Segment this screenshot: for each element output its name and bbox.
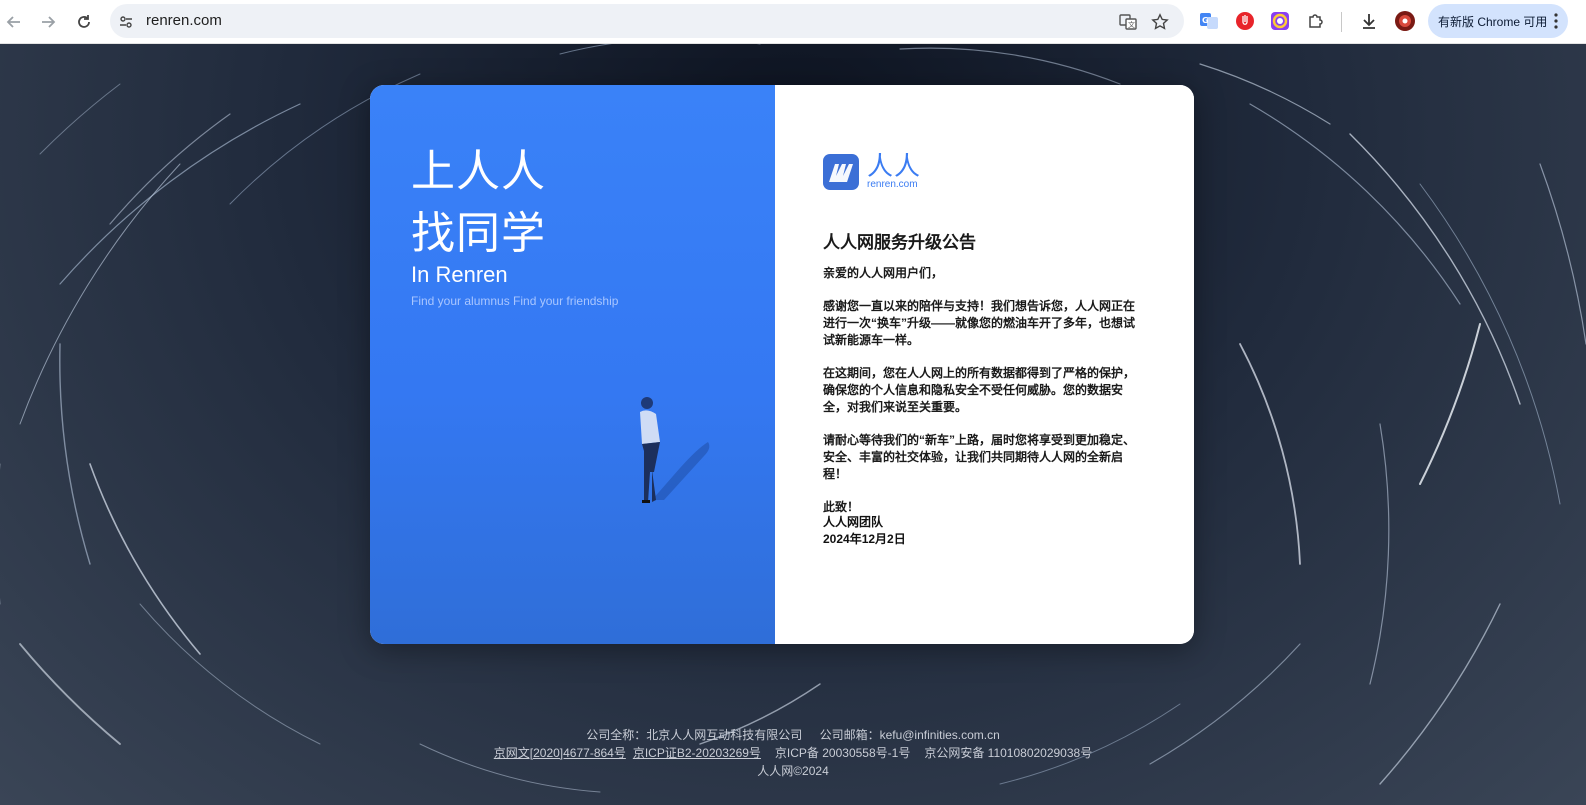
google-translate-ext-icon[interactable]: G xyxy=(1198,10,1220,32)
reload-icon[interactable] xyxy=(70,8,98,36)
hero-line-2: 找同学 xyxy=(411,209,546,258)
bookmark-star-icon[interactable] xyxy=(1150,12,1170,32)
download-icon[interactable] xyxy=(1358,10,1380,32)
chrome-update-button[interactable]: 有新版 Chrome 可用 xyxy=(1428,4,1568,38)
profile-avatar-icon[interactable] xyxy=(1394,10,1416,32)
notice-date: 2024年12月2日 xyxy=(823,532,906,546)
notice-paragraph-3: 请耐心等待我们的“新车”上路，届时您将享受到更加稳定、安全、丰富的社交体验，让我… xyxy=(823,433,1136,481)
svg-text:文: 文 xyxy=(1128,20,1135,29)
browser-toolbar: renren.com 文 G 有新版 Chrome 可用 xyxy=(0,0,1586,44)
address-bar[interactable]: renren.com 文 xyxy=(110,4,1184,38)
url-text[interactable]: renren.com xyxy=(146,12,222,29)
hero-panel: 上人人 找同学 In Renren Find your alumnus Find… xyxy=(370,85,775,644)
notice-signature: 人人网团队 2024年12月2日 xyxy=(823,514,906,548)
forward-icon[interactable] xyxy=(34,8,62,36)
site-info-icon[interactable] xyxy=(116,12,136,32)
extensions-puzzle-icon[interactable] xyxy=(1305,10,1327,32)
adblock-ext-icon[interactable] xyxy=(1234,10,1256,32)
footer-copyright: 人人网©2024 xyxy=(757,764,829,778)
renren-logo-icon xyxy=(823,153,859,190)
hero-line-1: 上人人 xyxy=(411,147,546,196)
footer-company: 公司全称：北京人人网互动科技有限公司 xyxy=(586,728,803,742)
footer-license-link-2[interactable]: 京ICP证B2-20203269号 xyxy=(633,746,761,760)
footer-police: 京公网安备 11010802029038号 xyxy=(924,746,1093,760)
color-picker-ext-icon[interactable] xyxy=(1269,10,1291,32)
chrome-update-label: 有新版 Chrome 可用 xyxy=(1438,14,1548,29)
notice-paragraph-1: 感谢您一直以来的陪伴与支持！我们想告诉您，人人网正在进行一次“换车”升级——就像… xyxy=(823,299,1136,347)
svg-text:G: G xyxy=(1202,16,1209,25)
hero-subtitle: In Renren xyxy=(411,262,508,287)
logo-chinese: 人人 xyxy=(867,151,922,181)
walking-person-illustration xyxy=(620,390,720,520)
login-card: 上人人 找同学 In Renren Find your alumnus Find… xyxy=(370,85,1194,644)
footer-email: 公司邮箱：kefu@infinities.com.cn xyxy=(819,728,1000,742)
notice-panel: 人人 renren.com 人人网服务升级公告 亲爱的人人网用户们， 感谢您一直… xyxy=(775,85,1194,644)
footer-license-link-1[interactable]: 京网文[2020]4677-864号 xyxy=(494,746,626,760)
page-footer: 公司全称：北京人人网互动科技有限公司 公司邮箱：kefu@infinities.… xyxy=(0,726,1586,780)
notice-team: 人人网团队 xyxy=(823,515,884,529)
notice-title: 人人网服务升级公告 xyxy=(823,233,976,252)
translate-icon[interactable]: 文 xyxy=(1118,12,1138,32)
hero-tagline: Find your alumnus Find your friendship xyxy=(411,294,619,308)
renren-logo[interactable]: 人人 renren.com xyxy=(823,153,921,190)
notice-greeting: 亲爱的人人网用户们， xyxy=(823,266,944,280)
back-icon[interactable] xyxy=(0,8,28,36)
kebab-menu-icon[interactable] xyxy=(1554,13,1558,32)
notice-body: 亲爱的人人网用户们， 感谢您一直以来的陪伴与支持！我们想告诉您，人人网正在进行一… xyxy=(823,265,1139,532)
toolbar-divider xyxy=(1341,12,1342,32)
footer-icp: 京ICP备 20030558号-1号 xyxy=(774,746,911,760)
logo-domain: renren.com xyxy=(867,179,918,190)
notice-paragraph-2: 在这期间，您在人人网上的所有数据都得到了严格的保护，确保您的个人信息和隐私安全不… xyxy=(823,366,1136,414)
